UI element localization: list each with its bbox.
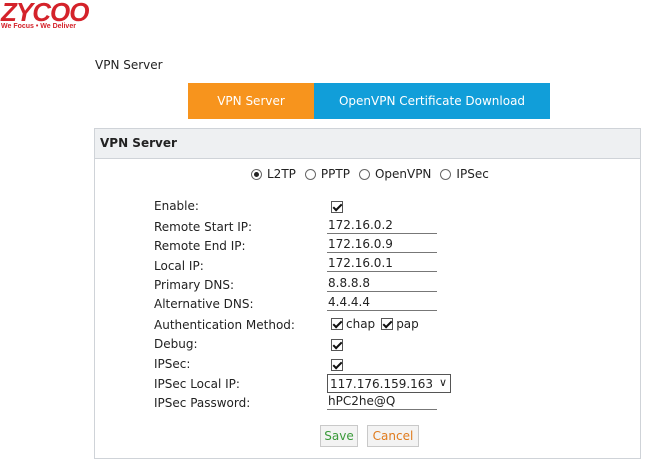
tab-bar: VPN Server OpenVPN Certificate Download	[188, 83, 550, 119]
enable-checkbox[interactable]	[331, 200, 343, 213]
radio-circle-icon[interactable]	[304, 168, 316, 180]
radio-circle-icon[interactable]	[440, 168, 452, 180]
radio-l2tp[interactable]: L2TP	[251, 167, 296, 181]
primary-dns-label: Primary DNS:	[154, 278, 235, 292]
remote-end-ip-label: Remote End IP:	[154, 239, 246, 253]
local-ip-input[interactable]	[327, 255, 437, 272]
radio-circle-icon[interactable]	[251, 168, 262, 180]
enable-label: Enable:	[154, 199, 199, 213]
ipsec-label: IPSec:	[154, 357, 191, 371]
ipsec-password-input[interactable]	[327, 393, 437, 410]
remote-end-ip-input[interactable]	[327, 236, 437, 253]
page-title: VPN Server	[95, 58, 163, 72]
ipsec-checkbox[interactable]	[331, 358, 343, 371]
logo-text: ZYCOO	[1, 0, 89, 27]
alternative-dns-label: Alternative DNS:	[154, 297, 254, 311]
ipsec-local-ip-select[interactable]: 117.176.159.163 ∨	[327, 374, 451, 393]
pap-label: pap	[396, 317, 419, 331]
radio-label: IPSec	[456, 167, 489, 181]
debug-checkbox[interactable]	[331, 338, 343, 351]
panel-title: VPN Server	[95, 129, 640, 159]
tab-vpn-server[interactable]: VPN Server	[188, 83, 314, 119]
authentication-method-label: Authentication Method:	[154, 318, 295, 332]
cancel-button[interactable]: Cancel	[367, 425, 419, 447]
ipsec-local-ip-label: IPSec Local IP:	[154, 377, 240, 391]
radio-pptp[interactable]: PPTP	[304, 167, 350, 181]
debug-label: Debug:	[154, 337, 198, 351]
pap-checkbox[interactable]	[381, 318, 394, 330]
primary-dns-input[interactable]	[327, 275, 437, 292]
ipsec-local-ip-value: 117.176.159.163	[330, 376, 434, 391]
radio-circle-icon[interactable]	[358, 168, 370, 180]
remote-start-ip-label: Remote Start IP:	[154, 220, 253, 234]
radio-ipsec[interactable]: IPSec	[440, 167, 489, 181]
ipsec-password-label: IPSec Password:	[154, 396, 251, 410]
chap-label: chap	[346, 317, 376, 331]
chap-checkbox[interactable]	[331, 318, 343, 330]
brand-logo: ZYCOO We Focus • We Deliver	[0, 0, 90, 34]
protocol-radio-group: L2TP PPTP OpenVPN IPSec	[251, 167, 498, 181]
save-button[interactable]: Save	[320, 425, 358, 447]
radio-label: OpenVPN	[374, 167, 432, 181]
chevron-down-icon: ∨	[438, 376, 447, 389]
local-ip-label: Local IP:	[154, 259, 204, 273]
logo-tagline: We Focus • We Deliver	[1, 23, 76, 30]
radio-label: L2TP	[267, 167, 296, 181]
vpn-server-panel: VPN Server L2TP PPTP OpenVPN IPSec Enabl…	[94, 128, 641, 459]
remote-start-ip-input[interactable]	[327, 217, 437, 234]
radio-openvpn[interactable]: OpenVPN	[358, 167, 432, 181]
radio-label: PPTP	[320, 167, 350, 181]
alternative-dns-input[interactable]	[327, 294, 437, 311]
tab-openvpn-certificate-download[interactable]: OpenVPN Certificate Download	[314, 83, 550, 119]
